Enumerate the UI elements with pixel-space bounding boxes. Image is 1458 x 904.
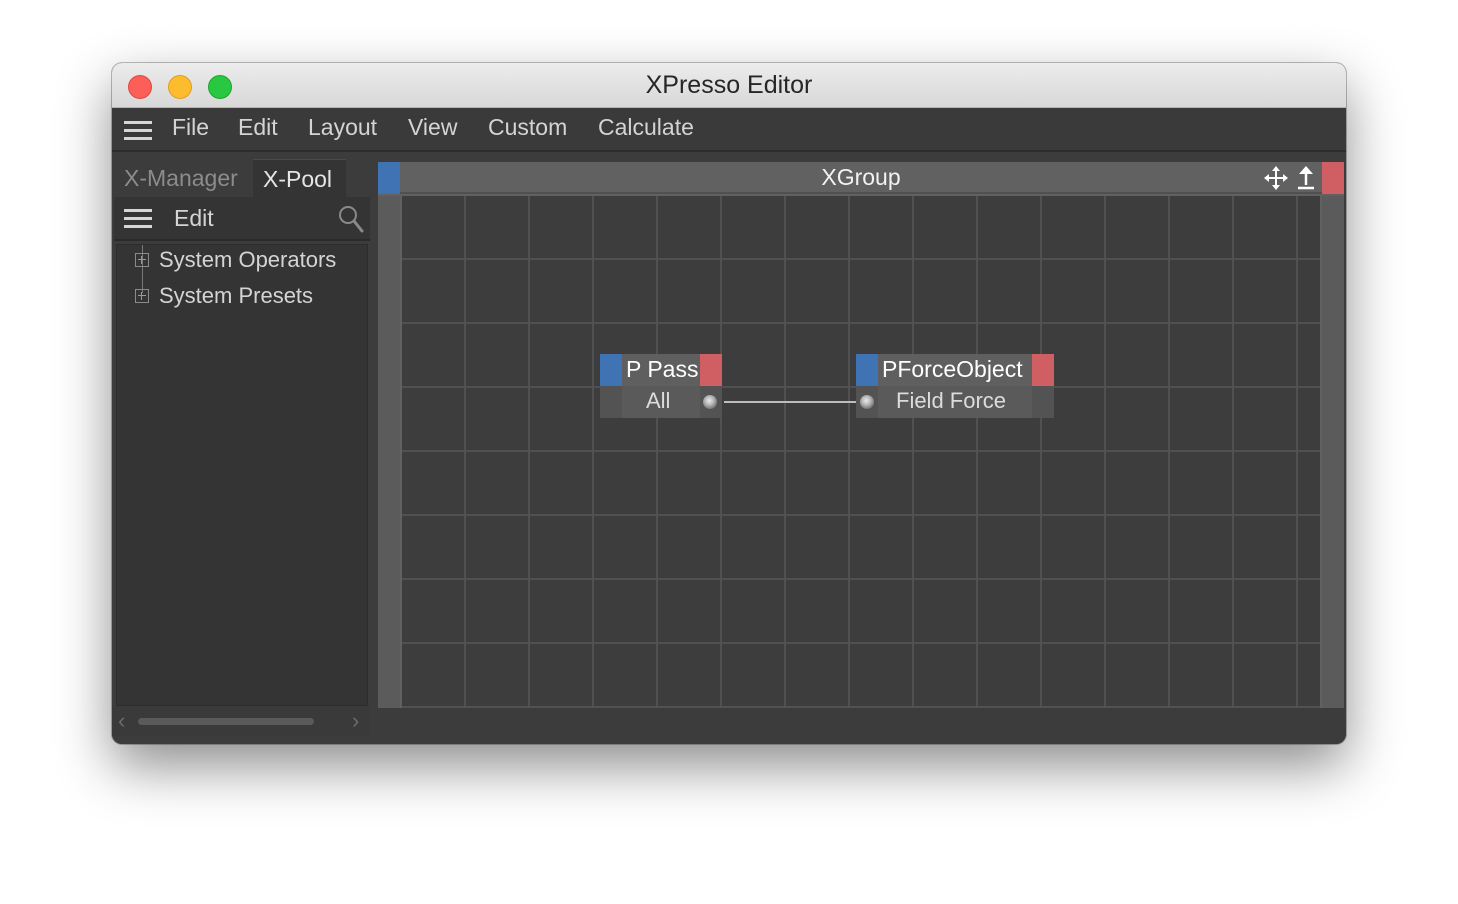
scroll-right-icon[interactable]: ›: [352, 708, 359, 734]
title-bar: XPresso Editor: [112, 63, 1346, 108]
port-label: All: [646, 388, 671, 413]
node-output-side[interactable]: [700, 354, 722, 386]
output-port-dot[interactable]: [703, 395, 717, 409]
menu-bar: File Edit Layout View Custom Calculate: [112, 108, 1346, 152]
expand-icon[interactable]: [135, 253, 149, 267]
tree-item-label: System Operators: [159, 247, 337, 272]
menu-view[interactable]: View: [408, 114, 457, 141]
node-p-pass[interactable]: P Pass All: [600, 354, 722, 418]
panel-toolbar: Edit: [114, 197, 370, 241]
panel-edit-menu[interactable]: Edit: [174, 205, 214, 232]
menu-calculate[interactable]: Calculate: [598, 114, 694, 141]
xgroup-title: XGroup: [821, 164, 901, 190]
node-output-side[interactable]: [1032, 354, 1054, 386]
hamburger-menu-icon[interactable]: [124, 121, 152, 141]
scroll-thumb[interactable]: [138, 718, 314, 725]
port-label: Field Force: [896, 388, 1007, 413]
bottom-bar: [376, 710, 1346, 744]
node-input-side[interactable]: [856, 354, 878, 386]
fold-icon[interactable]: [1296, 165, 1316, 191]
node-header[interactable]: P Pass: [600, 354, 722, 386]
node-pforceobject[interactable]: PForceObject Field Force: [856, 354, 1054, 418]
xgroup-output-strip: [1322, 196, 1344, 708]
horizontal-scrollbar[interactable]: ‹ ›: [112, 706, 370, 736]
node-port-row: Field Force: [856, 386, 1054, 418]
menu-layout[interactable]: Layout: [308, 114, 377, 141]
xgroup-editor: XGroup P Pass All PForceObject Field For…: [378, 162, 1344, 708]
menu-custom[interactable]: Custom: [488, 114, 567, 141]
left-panel: X-Manager X-Pool Edit System Operators S…: [112, 154, 374, 744]
menu-edit[interactable]: Edit: [238, 114, 278, 141]
node-header[interactable]: PForceObject: [856, 354, 1054, 386]
node-title: P Pass: [626, 356, 699, 382]
node-canvas[interactable]: P Pass All PForceObject Field Force: [402, 196, 1320, 708]
xgroup-header[interactable]: XGroup: [378, 162, 1344, 194]
xgroup-input-strip: [378, 196, 400, 708]
tab-x-manager[interactable]: X-Manager: [114, 159, 248, 197]
window-title: XPresso Editor: [645, 71, 813, 99]
move-icon[interactable]: [1264, 166, 1288, 190]
node-title: PForceObject: [882, 356, 1023, 382]
hamburger-menu-icon[interactable]: [124, 209, 152, 229]
input-port-dot[interactable]: [860, 395, 874, 409]
node-port-row: All: [600, 386, 722, 418]
scroll-left-icon[interactable]: ‹: [118, 708, 125, 734]
menu-file[interactable]: File: [172, 114, 209, 141]
node-input-side[interactable]: [600, 354, 622, 386]
tab-x-pool[interactable]: X-Pool: [253, 159, 346, 197]
tree-item-label: System Presets: [159, 283, 314, 308]
xpresso-editor-window: XPresso Editor File Edit Layout View Cus…: [112, 63, 1346, 744]
expand-icon[interactable]: [135, 289, 149, 303]
xgroup-output-side[interactable]: [1322, 162, 1344, 194]
search-icon[interactable]: [338, 205, 364, 233]
connection-wire[interactable]: [724, 401, 856, 403]
x-pool-tree: System Operators System Presets: [116, 244, 368, 706]
node-port-side: [1032, 386, 1054, 418]
node-port-side: [600, 386, 622, 418]
